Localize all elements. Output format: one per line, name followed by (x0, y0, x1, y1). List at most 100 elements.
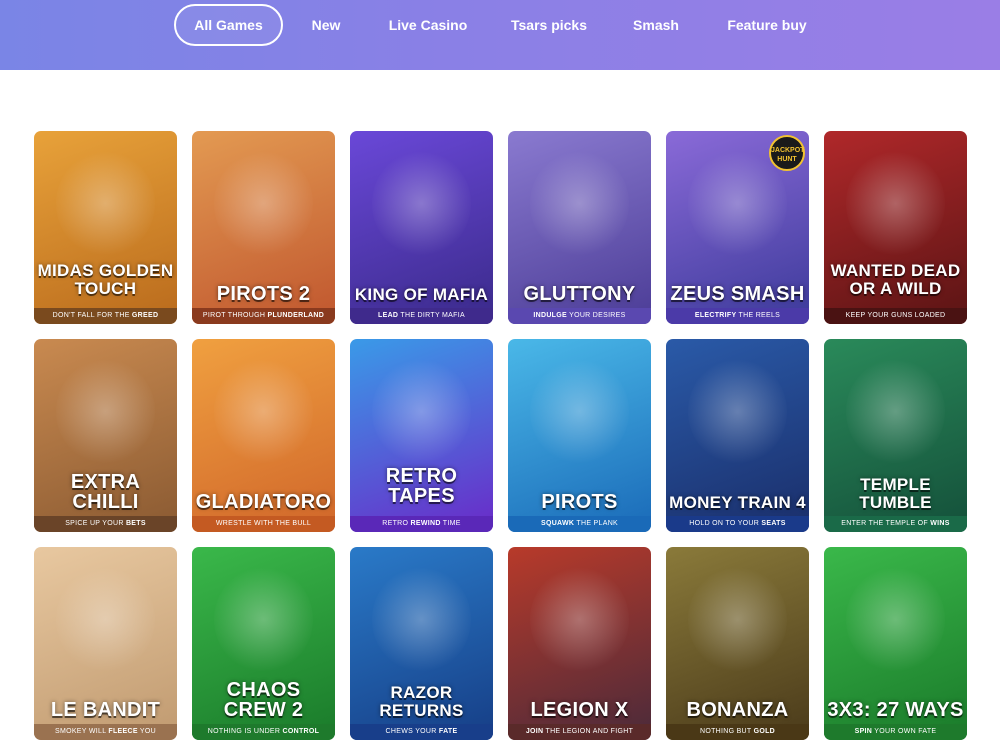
game-character-art (688, 359, 787, 464)
game-character-art (846, 151, 945, 256)
tagline-highlight: INDULGE (533, 312, 567, 319)
game-card[interactable]: PIROTS SQUAWK THE PLANK (508, 339, 651, 532)
tagline-text: SPICE UP YOUR (65, 520, 126, 527)
game-character-art (214, 151, 313, 256)
tagline-text: THE LEGION AND FIGHT (543, 728, 634, 735)
game-title: PIROTS (541, 491, 618, 513)
game-tagline: SMOKEY WILL FLEECE YOU (34, 724, 177, 740)
tagline-text: NOTHING IS UNDER (207, 728, 283, 735)
game-title: 3X3: 27 WAYS (827, 699, 964, 721)
tagline-text: HOLD ON TO YOUR (689, 520, 762, 527)
tagline-text: DON'T FALL FOR THE (52, 312, 132, 319)
tagline-text: YOUR OWN FATE (872, 728, 937, 735)
tagline-highlight: FATE (438, 728, 458, 735)
tagline-highlight: PLUNDERLAND (267, 312, 325, 319)
tagline-highlight: REWIND (410, 520, 441, 527)
game-card[interactable]: PIROTS 2 PIROT THROUGH PLUNDERLAND (192, 131, 335, 324)
game-title: RAZOR RETURNS (379, 683, 464, 720)
game-card[interactable]: GLUTTONY INDULGE YOUR DESIRES (508, 131, 651, 324)
game-card[interactable]: TEMPLE TUMBLE ENTER THE TEMPLE OF WINS (824, 339, 967, 532)
tagline-text: NOTHING BUT (699, 728, 754, 735)
game-character-art (214, 359, 313, 464)
tagline-text: YOUR DESIRES (566, 312, 626, 319)
game-title: KING OF MAFIA (354, 285, 489, 304)
game-tagline: SPIN YOUR OWN FATE (824, 724, 967, 740)
game-title: EXTRA CHILLI (70, 471, 141, 513)
tagline-text: SMOKEY WILL (54, 728, 109, 735)
game-tagline: KEEP YOUR GUNS LOADED (824, 308, 967, 324)
game-title: MIDAS GOLDEN TOUCH (37, 261, 174, 298)
game-title: GLUTTONY (523, 283, 636, 305)
tagline-highlight: ELECTRIFY (694, 312, 737, 319)
game-tagline: CHEWS YOUR FATE (350, 724, 493, 740)
game-tagline: NOTHING BUT GOLD (666, 724, 809, 740)
tagline-text: WRESTLE WITH THE BULL (215, 520, 312, 527)
tagline-text: RETRO (382, 520, 411, 527)
game-tagline: WRESTLE WITH THE BULL (192, 516, 335, 532)
game-card[interactable]: MONEY TRAIN 4 HOLD ON TO YOUR SEATS (666, 339, 809, 532)
game-title: ZEUS SMASH (670, 283, 805, 305)
game-tagline: SQUAWK THE PLANK (508, 516, 651, 532)
tagline-highlight: SPIN (854, 728, 873, 735)
tagline-highlight: SQUAWK (540, 520, 575, 527)
tagline-text: CHEWS YOUR (385, 728, 439, 735)
game-tagline: ENTER THE TEMPLE OF WINS (824, 516, 967, 532)
game-tagline: INDULGE YOUR DESIRES (508, 308, 651, 324)
game-tagline: NOTHING IS UNDER CONTROL (192, 724, 335, 740)
game-character-art (372, 567, 471, 672)
tagline-highlight: BETS (125, 520, 146, 527)
game-tagline: HOLD ON TO YOUR SEATS (666, 516, 809, 532)
game-card[interactable]: KING OF MAFIA LEAD THE DIRTY MAFIA (350, 131, 493, 324)
game-card[interactable]: WANTED DEAD OR A WILD KEEP YOUR GUNS LOAD… (824, 131, 967, 324)
game-tagline: LEAD THE DIRTY MAFIA (350, 308, 493, 324)
game-card[interactable]: LE BANDIT SMOKEY WILL FLEECE YOU (34, 547, 177, 740)
tagline-text: ENTER THE TEMPLE OF (841, 520, 931, 527)
game-character-art (846, 567, 945, 672)
game-title: WANTED DEAD OR A WILD (830, 261, 961, 298)
game-character-art (688, 567, 787, 672)
game-card[interactable]: GLADIATORO WRESTLE WITH THE BULL (192, 339, 335, 532)
game-card[interactable]: MIDAS GOLDEN TOUCH DON'T FALL FOR THE GRE… (34, 131, 177, 324)
game-character-art (846, 359, 945, 464)
game-character-art (530, 151, 629, 256)
game-character-art (530, 359, 629, 464)
game-character-art (214, 567, 313, 672)
game-title: BONANZA (686, 699, 789, 721)
game-card[interactable]: CHAOS CREW 2 NOTHING IS UNDER CONTROL (192, 547, 335, 740)
game-card[interactable]: 3X3: 27 WAYS SPIN YOUR OWN FATE (824, 547, 967, 740)
game-title: GLADIATORO (195, 491, 332, 513)
game-character-art (56, 359, 155, 464)
game-title: LEGION X (530, 699, 629, 721)
tagline-highlight: GREED (131, 312, 159, 319)
game-card[interactable]: LEGION X JOIN THE LEGION AND FIGHT (508, 547, 651, 740)
game-title: TEMPLE TUMBLE (859, 475, 932, 512)
game-title: RETRO TAPES (385, 465, 458, 507)
game-title: CHAOS CREW 2 (223, 679, 304, 721)
game-card[interactable]: EXTRA CHILLI SPICE UP YOUR BETS (34, 339, 177, 532)
tagline-highlight: FLEECE (108, 728, 138, 735)
tagline-text: THE REELS (736, 312, 781, 319)
game-character-art (530, 567, 629, 672)
game-card[interactable]: JACKPOT HUNT ZEUS SMASH ELECTRIFY THE REEL… (666, 131, 809, 324)
game-tagline: JOIN THE LEGION AND FIGHT (508, 724, 651, 740)
tagline-text: KEEP YOUR GUNS LOADED (845, 312, 946, 319)
game-title: MONEY TRAIN 4 (669, 493, 806, 512)
tagline-highlight: JOIN (525, 728, 544, 735)
tagline-highlight: GOLD (753, 728, 776, 735)
tagline-text: PIROT THROUGH (202, 312, 268, 319)
game-card[interactable]: RETRO TAPES RETRO REWIND TIME (350, 339, 493, 532)
game-tagline: RETRO REWIND TIME (350, 516, 493, 532)
game-tagline: DON'T FALL FOR THE GREED (34, 308, 177, 324)
game-title: LE BANDIT (50, 699, 161, 721)
jackpot-badge: JACKPOT HUNT (769, 135, 805, 171)
tagline-text: YOU (137, 728, 156, 735)
tagline-text: THE DIRTY MAFIA (398, 312, 465, 319)
game-character-art (372, 359, 471, 464)
game-character-art (688, 151, 787, 256)
game-tagline: ELECTRIFY THE REELS (666, 308, 809, 324)
game-card[interactable]: RAZOR RETURNS CHEWS YOUR FATE (350, 547, 493, 740)
tagline-text: THE PLANK (574, 520, 619, 527)
game-tagline: PIROT THROUGH PLUNDERLAND (192, 308, 335, 324)
tagline-highlight: CONTROL (282, 728, 320, 735)
game-card[interactable]: BONANZA NOTHING BUT GOLD (666, 547, 809, 740)
